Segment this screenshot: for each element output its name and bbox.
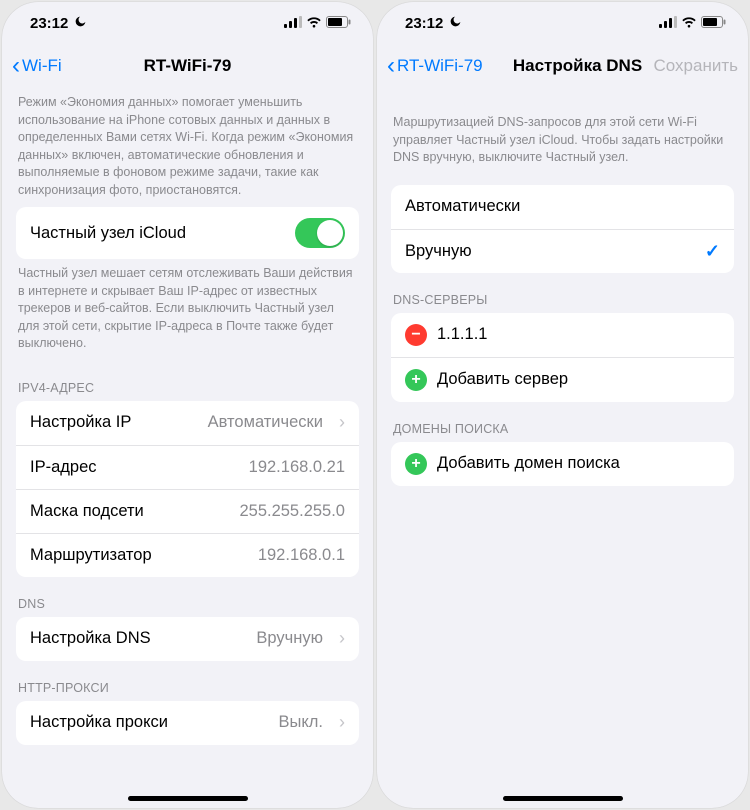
back-label: Wi-Fi [22,56,62,76]
status-bar: 23:12 [377,2,748,44]
router-row: Маршрутизатор 192.168.0.1 [16,533,359,577]
chevron-right-icon: › [339,412,345,433]
search-domains-header: ДОМЕНЫ ПОИСКА [377,402,748,442]
data-saver-note: Режим «Экономия данных» помогает уменьши… [2,88,373,207]
dns-header: DNS [2,577,373,617]
cellular-icon [284,16,302,31]
configure-dns-row[interactable]: Настройка DNS Вручную › [16,617,359,661]
status-time: 23:12 [30,15,68,32]
chevron-right-icon: › [339,628,345,649]
cellular-icon [659,16,677,31]
dns-mode-auto-label: Автоматически [405,197,520,216]
add-server-row[interactable]: + Добавить сервер [391,357,734,402]
home-indicator[interactable] [128,796,248,801]
http-proxy-header: HTTP-ПРОКСИ [2,661,373,701]
configure-dns-label: Настройка DNS [30,629,151,648]
configure-proxy-value: Выкл. [279,713,323,732]
nav-bar: ‹ Wi-Fi RT-WiFi-79 [2,44,373,88]
configure-proxy-label: Настройка прокси [30,713,168,732]
router-value: 192.168.0.1 [258,546,345,565]
private-relay-toggle[interactable] [295,218,345,248]
plus-icon: + [411,372,420,388]
status-bar: 23:12 [2,2,373,44]
configure-proxy-row[interactable]: Настройка прокси Выкл. › [16,701,359,745]
dns-mode-group: Автоматически Вручную ✓ [391,185,734,273]
configure-dns-value: Вручную [256,629,323,648]
chevron-right-icon: › [339,712,345,733]
content-scroll[interactable]: Режим «Экономия данных» помогает уменьши… [2,88,373,808]
subnet-mask-label: Маска подсети [30,502,144,521]
dnd-moon-icon [449,15,462,31]
save-button[interactable]: Сохранить [654,56,738,76]
add-domain-label: Добавить домен поиска [437,454,620,473]
ip-address-label: IP-адрес [30,458,97,477]
router-label: Маршрутизатор [30,546,152,565]
home-indicator[interactable] [503,796,623,801]
subnet-mask-value: 255.255.255.0 [239,502,345,521]
plus-icon: + [411,456,420,472]
configure-ip-value: Автоматически [208,413,323,432]
phone-right: 23:12 ‹ RT-WiFi-79 Настройка DNS Сохрани… [377,2,748,808]
dns-routing-note: Маршрутизацией DNS-запросов для этой сет… [377,88,748,175]
dns-server-row[interactable]: − 1.1.1.1 [391,313,734,357]
back-button[interactable]: ‹ Wi-Fi [12,54,62,78]
add-search-domain-row[interactable]: + Добавить домен поиска [391,442,734,486]
content-scroll[interactable]: Маршрутизацией DNS-запросов для этой сет… [377,88,748,808]
back-label: RT-WiFi-79 [397,56,483,76]
back-button[interactable]: ‹ RT-WiFi-79 [387,54,483,78]
private-relay-label: Частный узел iCloud [30,224,186,243]
proxy-group: Настройка прокси Выкл. › [16,701,359,745]
private-relay-row[interactable]: Частный узел iCloud [16,207,359,259]
status-time: 23:12 [405,15,443,32]
ip-address-value: 192.168.0.21 [249,458,345,477]
dns-mode-manual-row[interactable]: Вручную ✓ [391,229,734,273]
minus-icon: − [411,327,420,343]
private-relay-group: Частный узел iCloud [16,207,359,259]
battery-icon [701,15,726,32]
dns-servers-group: − 1.1.1.1 + Добавить сервер [391,313,734,402]
add-server-label: Добавить сервер [437,370,568,389]
subnet-mask-row: Маска подсети 255.255.255.0 [16,489,359,533]
search-domains-group: + Добавить домен поиска [391,442,734,486]
chevron-left-icon: ‹ [387,54,395,78]
battery-icon [326,15,351,32]
configure-ip-row[interactable]: Настройка IP Автоматически › [16,401,359,445]
nav-bar: ‹ RT-WiFi-79 Настройка DNS Сохранить [377,44,748,88]
add-server-button[interactable]: + [405,369,427,391]
dnd-moon-icon [74,15,87,31]
dns-server-value: 1.1.1.1 [437,325,487,344]
wifi-icon [681,15,697,32]
dns-mode-auto-row[interactable]: Автоматически [391,185,734,229]
add-domain-button[interactable]: + [405,453,427,475]
phone-left: 23:12 ‹ Wi-Fi RT-WiFi-79 Режим «Экономия… [2,2,373,808]
checkmark-icon: ✓ [705,241,720,262]
private-relay-note: Частный узел мешает сетям отслеживать Ва… [2,259,373,361]
configure-ip-label: Настройка IP [30,413,131,432]
chevron-left-icon: ‹ [12,54,20,78]
remove-server-button[interactable]: − [405,324,427,346]
wifi-icon [306,15,322,32]
dns-mode-manual-label: Вручную [405,242,472,261]
dns-servers-header: DNS-СЕРВЕРЫ [377,273,748,313]
ipv4-header: IPV4-АДРЕС [2,361,373,401]
ipv4-group: Настройка IP Автоматически › IP-адрес 19… [16,401,359,577]
dns-group: Настройка DNS Вручную › [16,617,359,661]
ip-address-row: IP-адрес 192.168.0.21 [16,445,359,489]
